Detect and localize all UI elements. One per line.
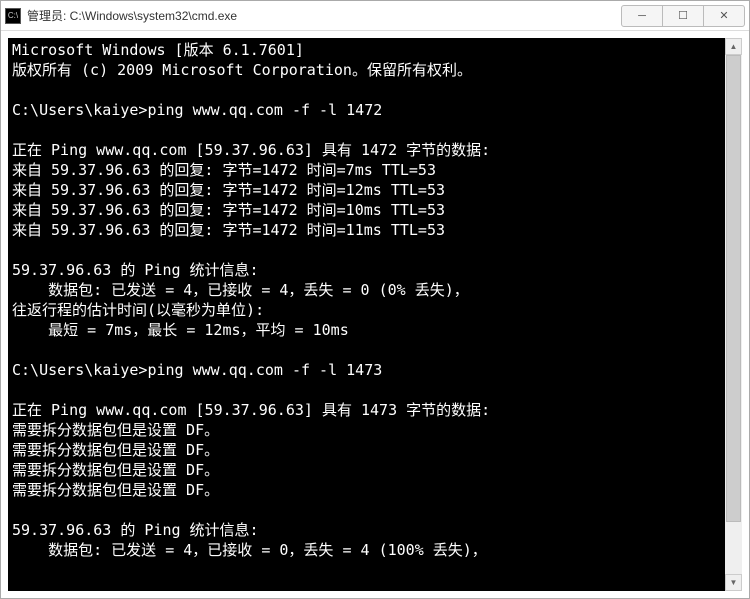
vertical-scrollbar[interactable]: ▲ ▼	[725, 38, 742, 591]
maximize-button[interactable]: ☐	[662, 5, 704, 27]
window-controls: ─ ☐ ✕	[622, 5, 745, 27]
terminal-output[interactable]: Microsoft Windows [版本 6.1.7601] 版权所有 (c)…	[8, 38, 742, 591]
minimize-button[interactable]: ─	[621, 5, 663, 27]
scroll-thumb[interactable]	[726, 55, 741, 522]
window-title: 管理员: C:\Windows\system32\cmd.exe	[27, 7, 622, 24]
scroll-down-button[interactable]: ▼	[725, 574, 742, 591]
close-button[interactable]: ✕	[703, 5, 745, 27]
cmd-window: C:\ 管理员: C:\Windows\system32\cmd.exe ─ ☐…	[0, 0, 750, 599]
cmd-icon: C:\	[5, 8, 21, 24]
titlebar[interactable]: C:\ 管理员: C:\Windows\system32\cmd.exe ─ ☐…	[1, 1, 749, 31]
scroll-up-button[interactable]: ▲	[725, 38, 742, 55]
terminal-area: Microsoft Windows [版本 6.1.7601] 版权所有 (c)…	[8, 38, 742, 591]
scroll-track[interactable]	[725, 55, 742, 574]
